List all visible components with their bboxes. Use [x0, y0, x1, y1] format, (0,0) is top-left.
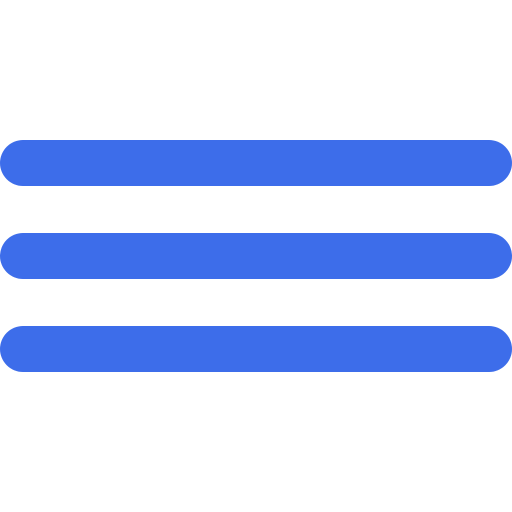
menu-bar-1 [0, 140, 512, 186]
menu-bar-2 [0, 233, 512, 279]
hamburger-menu-icon [0, 140, 512, 372]
menu-bar-3 [0, 326, 512, 372]
icon-canvas [0, 0, 512, 512]
hamburger-menu-button[interactable] [0, 0, 512, 512]
